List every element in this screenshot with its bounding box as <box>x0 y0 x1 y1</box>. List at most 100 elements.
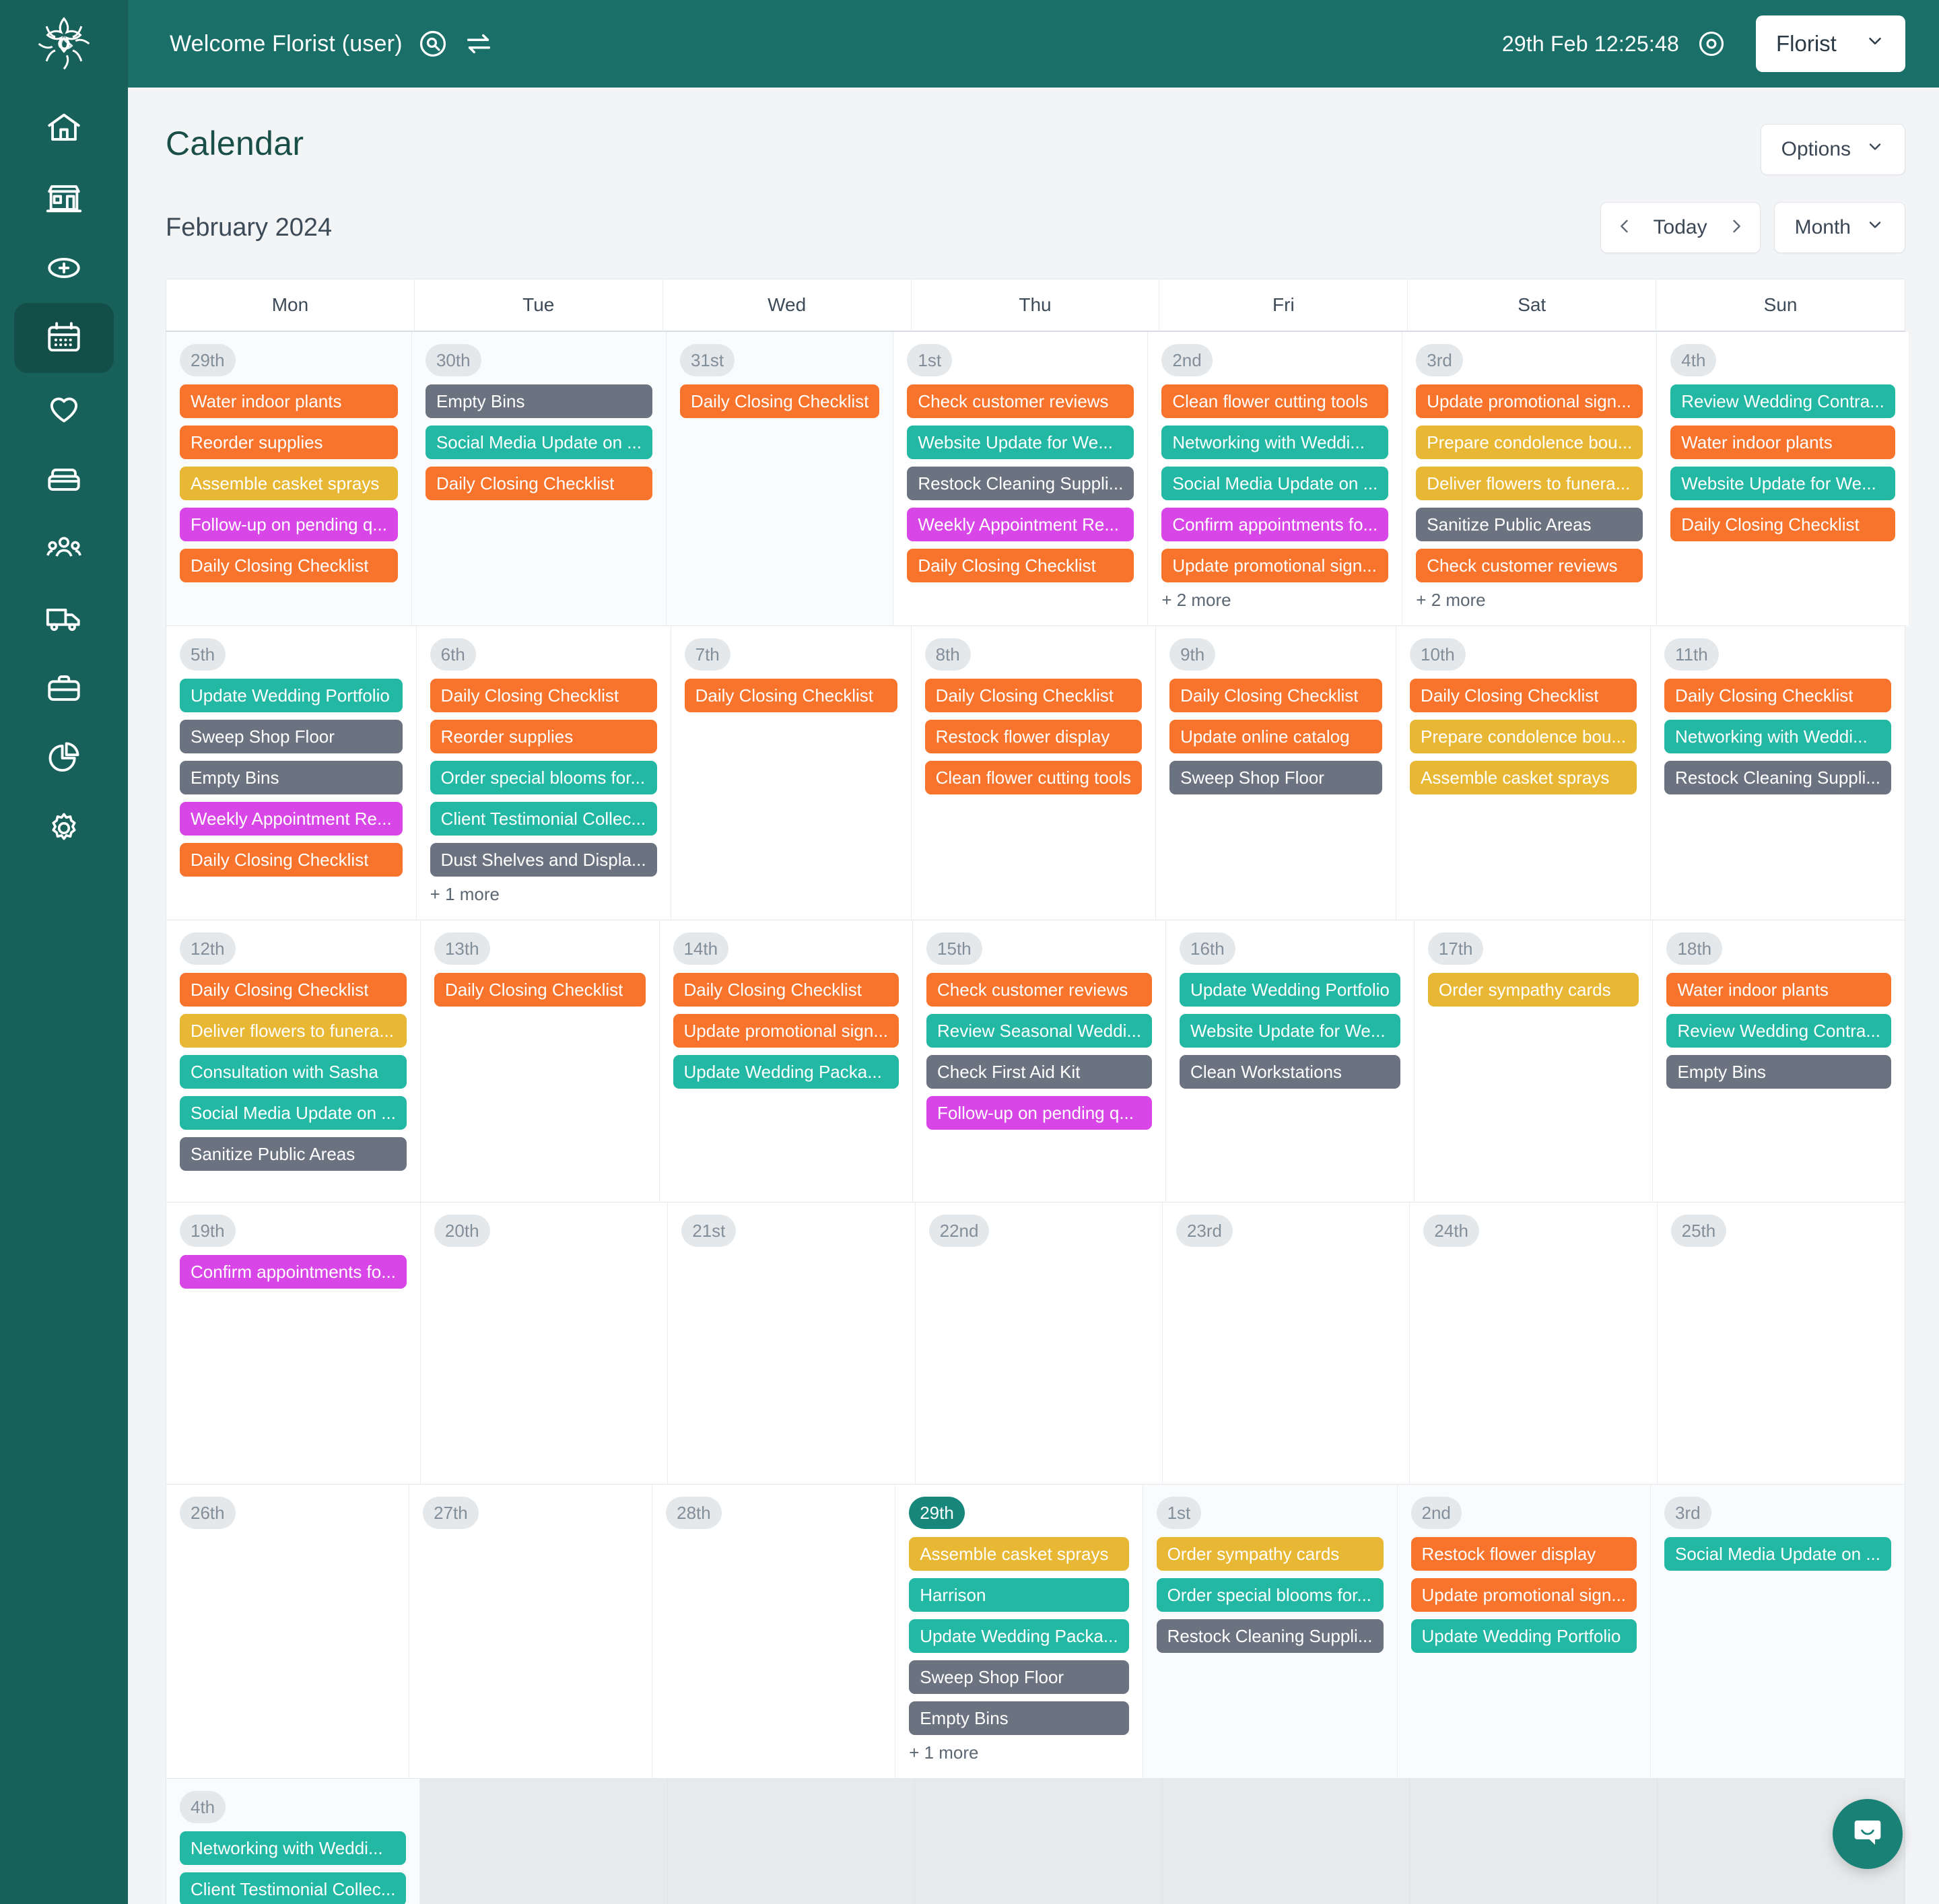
calendar-event[interactable]: Check First Aid Kit <box>926 1055 1153 1089</box>
calendar-event[interactable]: Empty Bins <box>180 761 403 794</box>
calendar-day-cell[interactable]: 17th Order sympathy cards <box>1414 920 1654 1202</box>
calendar-day-cell[interactable]: 15th Check customer reviews Review Seasona… <box>913 920 1167 1202</box>
calendar-event[interactable]: Deliver flowers to funera... <box>1416 467 1643 500</box>
calendar-event[interactable]: Sanitize Public Areas <box>1416 508 1643 541</box>
sidebar-item-reports[interactable] <box>14 723 114 793</box>
calendar-day-cell[interactable]: 13th Daily Closing Checklist <box>420 920 660 1202</box>
sidebar-item-deliveries[interactable] <box>14 583 114 653</box>
calendar-event[interactable]: Website Update for We... <box>1670 467 1895 500</box>
role-selector[interactable]: Florist <box>1756 15 1905 72</box>
calendar-day-cell[interactable]: 2nd Restock flower display Update promotio… <box>1397 1485 1652 1778</box>
calendar-day-cell[interactable]: 4th Networking with Weddi... Client Testim… <box>166 1779 421 1904</box>
prev-period-button[interactable] <box>1601 202 1648 253</box>
calendar-event[interactable]: Client Testimonial Collec... <box>430 802 657 836</box>
calendar-event[interactable]: Confirm appointments fo... <box>1161 508 1389 541</box>
calendar-day-cell[interactable]: 18th Water indoor plants Review Wedding Co… <box>1653 920 1905 1202</box>
calendar-event[interactable]: Follow-up on pending q... <box>180 508 398 541</box>
calendar-day-cell[interactable]: 12th Daily Closing Checklist Deliver flowe… <box>166 920 421 1202</box>
sidebar-item-favourites[interactable] <box>14 373 114 443</box>
calendar-event[interactable]: Empty Bins <box>1666 1055 1891 1089</box>
calendar-event[interactable]: Update Wedding Portfolio <box>180 679 403 712</box>
calendar-event[interactable]: Follow-up on pending q... <box>926 1096 1153 1130</box>
sidebar-item-settings[interactable] <box>14 793 114 863</box>
calendar-event[interactable]: Sweep Shop Floor <box>909 1660 1129 1694</box>
calendar-event[interactable]: Networking with Weddi... <box>1161 426 1389 459</box>
calendar-event[interactable]: Update Wedding Packa... <box>909 1619 1129 1653</box>
calendar-event[interactable]: Social Media Update on ... <box>1664 1537 1891 1571</box>
calendar-event[interactable]: Daily Closing Checklist <box>684 679 897 712</box>
sidebar-item-calendar[interactable] <box>14 303 114 373</box>
sidebar-item-customers[interactable] <box>14 513 114 583</box>
calendar-event[interactable]: Update Wedding Portfolio <box>1180 973 1400 1007</box>
calendar-day-cell[interactable]: 24th <box>1410 1202 1658 1484</box>
calendar-event[interactable]: Weekly Appointment Re... <box>907 508 1134 541</box>
calendar-day-cell[interactable]: 25th <box>1657 1202 1905 1484</box>
calendar-day-cell[interactable]: 10th Daily Closing Checklist Prepare condo… <box>1396 626 1652 920</box>
calendar-event[interactable]: Client Testimonial Collec... <box>180 1872 407 1904</box>
chat-launcher-button[interactable] <box>1833 1799 1903 1869</box>
calendar-day-cell[interactable]: 9th Daily Closing Checklist Update online … <box>1156 626 1397 920</box>
calendar-event[interactable]: Clean flower cutting tools <box>924 761 1143 794</box>
calendar-day-cell[interactable]: 20th <box>420 1202 669 1484</box>
calendar-day-cell[interactable]: 22nd <box>915 1202 1163 1484</box>
calendar-day-cell[interactable]: 26th <box>166 1485 410 1778</box>
calendar-event[interactable]: Harrison <box>909 1578 1129 1612</box>
sidebar-item-home[interactable] <box>14 93 114 163</box>
calendar-event[interactable]: Water indoor plants <box>180 384 398 418</box>
calendar-day-cell[interactable]: 27th <box>409 1485 653 1778</box>
calendar-event[interactable]: Order special blooms for... <box>1156 1578 1384 1612</box>
calendar-event[interactable]: Restock flower display <box>1410 1537 1637 1571</box>
calendar-day-cell[interactable]: 7th Daily Closing Checklist <box>671 626 912 920</box>
calendar-event[interactable]: Daily Closing Checklist <box>1670 508 1895 541</box>
calendar-event[interactable]: Daily Closing Checklist <box>180 843 403 877</box>
calendar-event[interactable]: Reorder supplies <box>430 720 657 753</box>
calendar-event[interactable]: Sanitize Public Areas <box>180 1137 407 1171</box>
calendar-event[interactable]: Water indoor plants <box>1666 973 1891 1007</box>
calendar-day-cell[interactable]: 21st <box>668 1202 916 1484</box>
calendar-event[interactable]: Daily Closing Checklist <box>425 467 652 500</box>
sidebar-item-shop[interactable] <box>14 163 114 233</box>
calendar-event[interactable]: Update promotional sign... <box>1416 384 1643 418</box>
calendar-event[interactable]: Social Media Update on ... <box>180 1096 407 1130</box>
app-logo[interactable] <box>0 0 128 88</box>
calendar-day-cell[interactable]: 6th Daily Closing Checklist Reorder suppli… <box>416 626 671 920</box>
search-icon[interactable] <box>417 28 448 59</box>
calendar-event[interactable]: Restock Cleaning Suppli... <box>907 467 1134 500</box>
calendar-event[interactable]: Website Update for We... <box>907 426 1134 459</box>
calendar-event[interactable]: Daily Closing Checklist <box>1410 679 1637 712</box>
calendar-event[interactable]: Daily Closing Checklist <box>924 679 1143 712</box>
calendar-day-cell[interactable]: 14th Daily Closing Checklist Update promot… <box>659 920 914 1202</box>
sidebar-item-add[interactable] <box>14 233 114 303</box>
calendar-event[interactable]: Networking with Weddi... <box>1664 720 1891 753</box>
calendar-event[interactable]: Deliver flowers to funera... <box>180 1014 407 1048</box>
calendar-event[interactable]: Prepare condolence bou... <box>1416 426 1643 459</box>
calendar-event[interactable]: Restock Cleaning Suppli... <box>1156 1619 1384 1653</box>
calendar-event[interactable]: Review Wedding Contra... <box>1670 384 1895 418</box>
sidebar-item-jobs[interactable] <box>14 653 114 723</box>
calendar-day-cell[interactable]: 29th Water indoor plants Reorder supplies A… <box>166 332 412 625</box>
calendar-day-cell[interactable]: 1st Order sympathy cards Order special blo… <box>1143 1485 1398 1778</box>
calendar-event[interactable]: Confirm appointments fo... <box>180 1255 407 1289</box>
calendar-event[interactable]: Assemble casket sprays <box>180 467 398 500</box>
calendar-event[interactable]: Consultation with Sasha <box>180 1055 407 1089</box>
calendar-event[interactable]: Restock Cleaning Suppli... <box>1664 761 1891 794</box>
today-button[interactable]: Today <box>1648 216 1713 239</box>
calendar-event[interactable]: Prepare condolence bou... <box>1410 720 1637 753</box>
calendar-event[interactable]: Order special blooms for... <box>430 761 657 794</box>
calendar-event[interactable]: Website Update for We... <box>1180 1014 1400 1048</box>
calendar-day-cell[interactable]: 3rd Social Media Update on ... <box>1651 1485 1905 1778</box>
calendar-event[interactable]: Daily Closing Checklist <box>1169 679 1383 712</box>
calendar-event[interactable]: Check customer reviews <box>1416 549 1643 582</box>
calendar-event[interactable]: Clean flower cutting tools <box>1161 384 1389 418</box>
calendar-event[interactable]: Check customer reviews <box>907 384 1134 418</box>
calendar-event[interactable]: Daily Closing Checklist <box>180 973 407 1007</box>
calendar-event[interactable]: Review Seasonal Weddi... <box>926 1014 1153 1048</box>
calendar-event[interactable]: Daily Closing Checklist <box>430 679 657 712</box>
next-period-button[interactable] <box>1713 202 1760 253</box>
calendar-event[interactable]: Social Media Update on ... <box>1161 467 1389 500</box>
calendar-event[interactable]: Check customer reviews <box>926 973 1153 1007</box>
calendar-event[interactable]: Order sympathy cards <box>1427 973 1639 1007</box>
calendar-day-cell[interactable]: 16th Update Wedding Portfolio Website Upda… <box>1166 920 1415 1202</box>
calendar-event[interactable]: Daily Closing Checklist <box>673 973 899 1007</box>
calendar-day-cell[interactable]: 5th Update Wedding Portfolio Sweep Shop Fl… <box>166 626 417 920</box>
